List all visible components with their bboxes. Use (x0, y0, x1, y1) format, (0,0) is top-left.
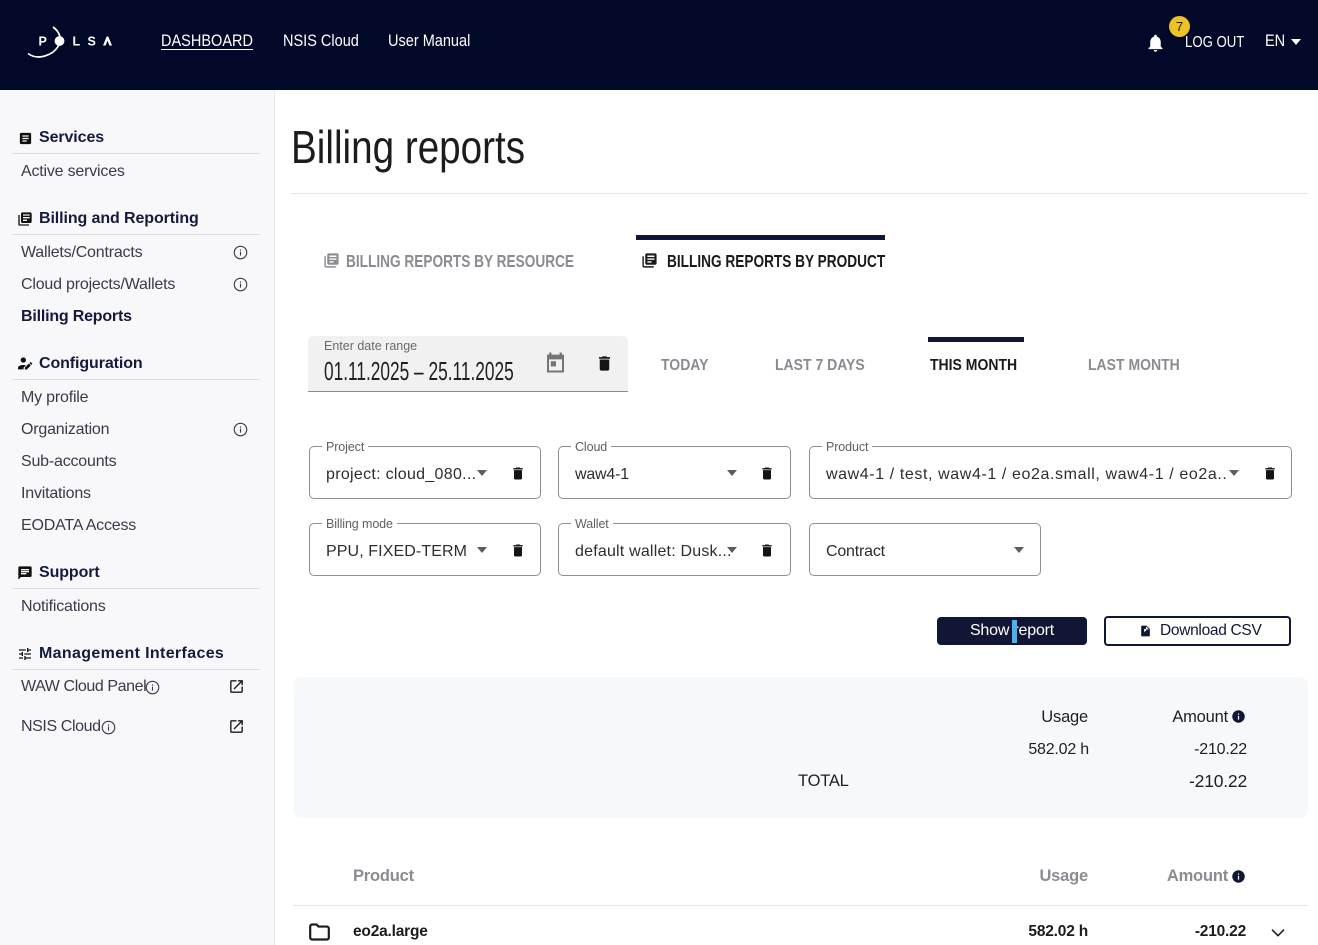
svg-text:S: S (88, 35, 96, 49)
svg-text:L: L (73, 35, 81, 49)
svg-text:P: P (39, 35, 47, 49)
